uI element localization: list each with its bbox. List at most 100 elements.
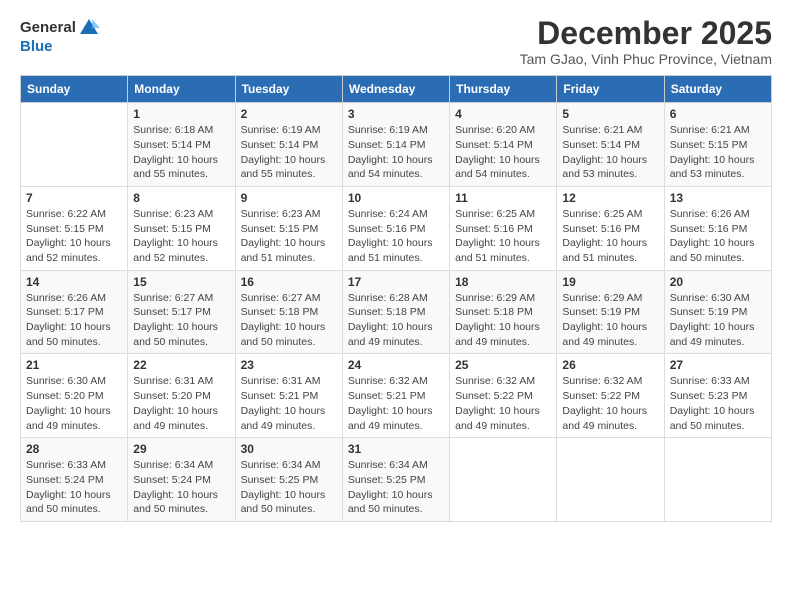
- weekday-header-friday: Friday: [557, 76, 664, 103]
- day-number: 5: [562, 107, 658, 121]
- calendar-cell: 26Sunrise: 6:32 AMSunset: 5:22 PMDayligh…: [557, 354, 664, 438]
- day-number: 31: [348, 442, 444, 456]
- day-info: Sunrise: 6:24 AMSunset: 5:16 PMDaylight:…: [348, 207, 444, 266]
- calendar-cell: 5 Sunrise: 6:21 AMSunset: 5:14 PMDaylight…: [557, 103, 664, 187]
- day-info: Sunrise: 6:32 AMSunset: 5:22 PMDaylight:…: [455, 374, 551, 433]
- day-number: 15: [133, 275, 229, 289]
- day-number: 13: [670, 191, 766, 205]
- day-number: 29: [133, 442, 229, 456]
- calendar-cell: 13Sunrise: 6:26 AMSunset: 5:16 PMDayligh…: [664, 186, 771, 270]
- calendar-cell: 31 Sunrise: 6:34 AMSunset: 5:25 PMDayligh…: [342, 438, 449, 522]
- calendar-cell: 1 Sunrise: 6:18 AMSunset: 5:14 PMDaylight…: [128, 103, 235, 187]
- day-number: 18: [455, 275, 551, 289]
- calendar-cell: [557, 438, 664, 522]
- logo: General Blue: [20, 16, 100, 56]
- weekday-header-sunday: Sunday: [21, 76, 128, 103]
- day-number: 23: [241, 358, 337, 372]
- day-info: Sunrise: 6:18 AMSunset: 5:14 PMDaylight:…: [133, 123, 229, 182]
- day-number: 27: [670, 358, 766, 372]
- calendar-cell: 27 Sunrise: 6:33 AMSunset: 5:23 PMDayligh…: [664, 354, 771, 438]
- day-info: Sunrise: 6:27 AMSunset: 5:17 PMDaylight:…: [133, 291, 229, 350]
- calendar-week-row: 7 Sunrise: 6:22 AMSunset: 5:15 PMDaylight…: [21, 186, 772, 270]
- weekday-header-monday: Monday: [128, 76, 235, 103]
- day-info: Sunrise: 6:29 AMSunset: 5:18 PMDaylight:…: [455, 291, 551, 350]
- location-title: Tam GJao, Vinh Phuc Province, Vietnam: [520, 51, 772, 67]
- day-info: Sunrise: 6:21 AMSunset: 5:15 PMDaylight:…: [670, 123, 766, 182]
- day-number: 25: [455, 358, 551, 372]
- day-number: 3: [348, 107, 444, 121]
- weekday-header-tuesday: Tuesday: [235, 76, 342, 103]
- calendar-cell: 8Sunrise: 6:23 AMSunset: 5:15 PMDaylight…: [128, 186, 235, 270]
- day-number: 6: [670, 107, 766, 121]
- calendar-cell: 12 Sunrise: 6:25 AMSunset: 5:16 PMDayligh…: [557, 186, 664, 270]
- calendar-cell: 20Sunrise: 6:30 AMSunset: 5:19 PMDayligh…: [664, 270, 771, 354]
- day-info: Sunrise: 6:21 AMSunset: 5:14 PMDaylight:…: [562, 123, 658, 182]
- calendar-cell: 24Sunrise: 6:32 AMSunset: 5:21 PMDayligh…: [342, 354, 449, 438]
- title-section: December 2025 Tam GJao, Vinh Phuc Provin…: [520, 16, 772, 67]
- day-info: Sunrise: 6:25 AMSunset: 5:16 PMDaylight:…: [562, 207, 658, 266]
- day-info: Sunrise: 6:33 AMSunset: 5:23 PMDaylight:…: [670, 374, 766, 433]
- calendar-cell: [21, 103, 128, 187]
- day-number: 11: [455, 191, 551, 205]
- calendar-cell: 30 Sunrise: 6:34 AMSunset: 5:25 PMDayligh…: [235, 438, 342, 522]
- logo-icon: [78, 16, 100, 38]
- day-number: 30: [241, 442, 337, 456]
- day-info: Sunrise: 6:29 AMSunset: 5:19 PMDaylight:…: [562, 291, 658, 350]
- weekday-header-saturday: Saturday: [664, 76, 771, 103]
- weekday-header-thursday: Thursday: [450, 76, 557, 103]
- calendar-cell: 10Sunrise: 6:24 AMSunset: 5:16 PMDayligh…: [342, 186, 449, 270]
- calendar-cell: 7 Sunrise: 6:22 AMSunset: 5:15 PMDaylight…: [21, 186, 128, 270]
- day-number: 12: [562, 191, 658, 205]
- calendar-cell: 16Sunrise: 6:27 AMSunset: 5:18 PMDayligh…: [235, 270, 342, 354]
- day-info: Sunrise: 6:28 AMSunset: 5:18 PMDaylight:…: [348, 291, 444, 350]
- day-info: Sunrise: 6:19 AMSunset: 5:14 PMDaylight:…: [348, 123, 444, 182]
- calendar-week-row: 28 Sunrise: 6:33 AMSunset: 5:24 PMDayligh…: [21, 438, 772, 522]
- day-info: Sunrise: 6:20 AMSunset: 5:14 PMDaylight:…: [455, 123, 551, 182]
- day-info: Sunrise: 6:31 AMSunset: 5:20 PMDaylight:…: [133, 374, 229, 433]
- calendar-cell: 4 Sunrise: 6:20 AMSunset: 5:14 PMDaylight…: [450, 103, 557, 187]
- calendar-cell: 25 Sunrise: 6:32 AMSunset: 5:22 PMDayligh…: [450, 354, 557, 438]
- logo-general: General: [20, 20, 76, 35]
- day-info: Sunrise: 6:19 AMSunset: 5:14 PMDaylight:…: [241, 123, 337, 182]
- calendar-week-row: 21Sunrise: 6:30 AMSunset: 5:20 PMDayligh…: [21, 354, 772, 438]
- calendar-cell: 18 Sunrise: 6:29 AMSunset: 5:18 PMDayligh…: [450, 270, 557, 354]
- calendar-cell: 2Sunrise: 6:19 AMSunset: 5:14 PMDaylight…: [235, 103, 342, 187]
- calendar-cell: 29 Sunrise: 6:34 AMSunset: 5:24 PMDayligh…: [128, 438, 235, 522]
- calendar-cell: 15 Sunrise: 6:27 AMSunset: 5:17 PMDayligh…: [128, 270, 235, 354]
- day-number: 22: [133, 358, 229, 372]
- weekday-header-wednesday: Wednesday: [342, 76, 449, 103]
- day-info: Sunrise: 6:33 AMSunset: 5:24 PMDaylight:…: [26, 458, 122, 517]
- day-info: Sunrise: 6:25 AMSunset: 5:16 PMDaylight:…: [455, 207, 551, 266]
- day-number: 28: [26, 442, 122, 456]
- calendar-cell: [664, 438, 771, 522]
- calendar-cell: 3 Sunrise: 6:19 AMSunset: 5:14 PMDaylight…: [342, 103, 449, 187]
- calendar-cell: 9 Sunrise: 6:23 AMSunset: 5:15 PMDaylight…: [235, 186, 342, 270]
- calendar-table: SundayMondayTuesdayWednesdayThursdayFrid…: [20, 75, 772, 522]
- calendar-cell: 11 Sunrise: 6:25 AMSunset: 5:16 PMDayligh…: [450, 186, 557, 270]
- day-info: Sunrise: 6:34 AMSunset: 5:25 PMDaylight:…: [348, 458, 444, 517]
- month-title: December 2025: [520, 16, 772, 51]
- logo-blue: Blue: [20, 38, 53, 55]
- day-number: 9: [241, 191, 337, 205]
- weekday-header-row: SundayMondayTuesdayWednesdayThursdayFrid…: [21, 76, 772, 103]
- day-number: 19: [562, 275, 658, 289]
- calendar-cell: 28 Sunrise: 6:33 AMSunset: 5:24 PMDayligh…: [21, 438, 128, 522]
- day-info: Sunrise: 6:34 AMSunset: 5:25 PMDaylight:…: [241, 458, 337, 517]
- day-info: Sunrise: 6:22 AMSunset: 5:15 PMDaylight:…: [26, 207, 122, 266]
- day-info: Sunrise: 6:23 AMSunset: 5:15 PMDaylight:…: [241, 207, 337, 266]
- day-number: 1: [133, 107, 229, 121]
- day-number: 14: [26, 275, 122, 289]
- day-number: 17: [348, 275, 444, 289]
- day-info: Sunrise: 6:26 AMSunset: 5:17 PMDaylight:…: [26, 291, 122, 350]
- day-info: Sunrise: 6:30 AMSunset: 5:20 PMDaylight:…: [26, 374, 122, 433]
- day-number: 8: [133, 191, 229, 205]
- calendar-cell: 19 Sunrise: 6:29 AMSunset: 5:19 PMDayligh…: [557, 270, 664, 354]
- calendar-week-row: 14 Sunrise: 6:26 AMSunset: 5:17 PMDayligh…: [21, 270, 772, 354]
- day-info: Sunrise: 6:32 AMSunset: 5:21 PMDaylight:…: [348, 374, 444, 433]
- day-number: 4: [455, 107, 551, 121]
- day-info: Sunrise: 6:34 AMSunset: 5:24 PMDaylight:…: [133, 458, 229, 517]
- page-header: General Blue December 2025 Tam GJao, Vin…: [20, 16, 772, 67]
- day-number: 16: [241, 275, 337, 289]
- day-number: 7: [26, 191, 122, 205]
- calendar-cell: 23Sunrise: 6:31 AMSunset: 5:21 PMDayligh…: [235, 354, 342, 438]
